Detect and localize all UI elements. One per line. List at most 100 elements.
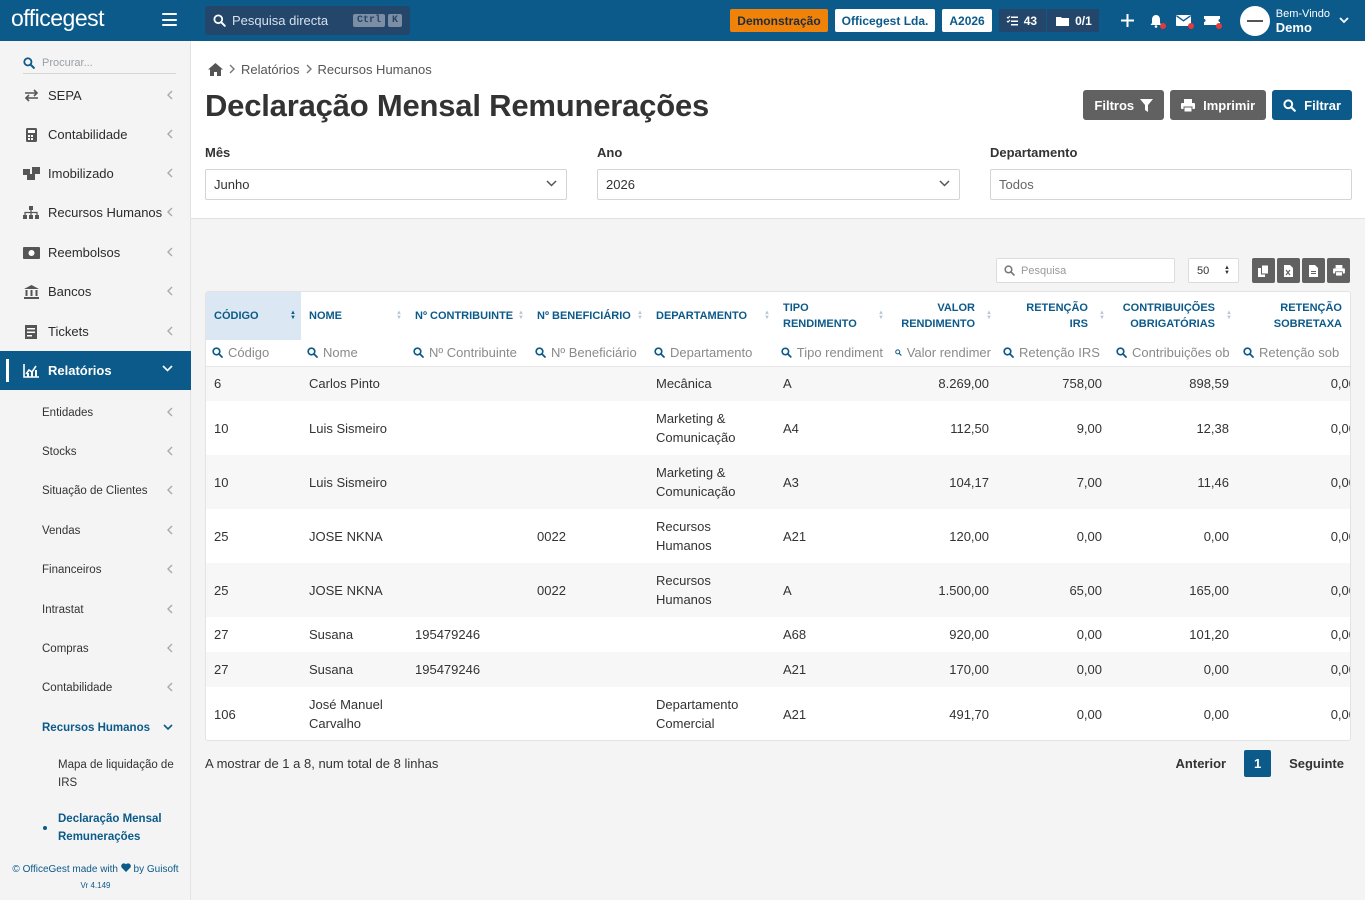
sidebar-sub-recursos-humanos[interactable]: Recursos Humanos: [0, 708, 191, 747]
ano-select[interactable]: 2026: [597, 169, 960, 200]
breadcrumb-recursos-humanos[interactable]: Recursos Humanos: [318, 62, 432, 77]
imprimir-button[interactable]: Imprimir: [1170, 90, 1267, 120]
sidebar-sub-compras[interactable]: Compras: [0, 629, 191, 668]
sidebar-sub-stocks[interactable]: Stocks: [0, 432, 191, 471]
envelope-icon[interactable]: [1170, 6, 1198, 36]
table-cell: Luis Sismeiro: [309, 420, 388, 436]
add-icon[interactable]: [1114, 6, 1142, 36]
excel-icon[interactable]: [1277, 258, 1300, 283]
breadcrumb-relatorios[interactable]: Relatórios: [241, 62, 300, 77]
sidebar-sub-situacao-clientes[interactable]: Situação de Clientes: [0, 471, 191, 510]
sidebar-item-reembolsos[interactable]: Reembolsos: [0, 233, 191, 272]
company-badge[interactable]: Officegest Lda.: [834, 9, 936, 32]
sidebar-item-sepa[interactable]: SEPA: [0, 76, 191, 115]
home-icon[interactable]: [208, 63, 223, 76]
next-button[interactable]: Seguinte: [1282, 756, 1351, 771]
column-filter[interactable]: Valor rendimer: [889, 340, 997, 367]
column-filter[interactable]: Nome: [301, 340, 407, 367]
table-row[interactable]: 106 José Manuel Carvalho Departamento Come…: [206, 687, 1350, 740]
sidebar-sub-intrastat[interactable]: Intrastat: [0, 590, 191, 629]
sidebar-search[interactable]: Procurar...: [23, 52, 176, 74]
kbd-k: K: [387, 14, 402, 27]
footer-text: © OfficeGest made with: [12, 864, 118, 875]
column-filter[interactable]: Departamento: [648, 340, 775, 367]
page-1-button[interactable]: 1: [1244, 750, 1272, 777]
chevron-left-icon: [167, 326, 173, 336]
col-tipo-rendimento[interactable]: TIPO RENDIMENTO ▲ ▼: [775, 292, 889, 340]
col-contribuinte[interactable]: Nº CONTRIBUINTE ▲ ▼: [407, 292, 529, 340]
table-row[interactable]: 25 JOSE NKNA 0022 Recursos Humanos A21 120,00…: [206, 509, 1350, 563]
demo-badge[interactable]: Demonstração: [730, 9, 828, 32]
sidebar-item-relatorios[interactable]: Relatórios: [0, 351, 191, 390]
ticket-icon[interactable]: [1198, 6, 1226, 36]
sidebar-item-recursos-humanos[interactable]: Recursos Humanos: [0, 193, 191, 232]
bell-icon[interactable]: [1142, 6, 1170, 36]
sort-icon: ▲ ▼: [1226, 310, 1232, 321]
column-filter[interactable]: Retenção IRS: [997, 340, 1110, 367]
sidebar-sub-contabilidade[interactable]: Contabilidade: [0, 668, 191, 707]
filtrar-button[interactable]: Filtrar: [1272, 90, 1352, 120]
column-filter[interactable]: Retenção sob: [1237, 340, 1350, 367]
filtros-button[interactable]: Filtros: [1083, 90, 1165, 120]
column-filter[interactable]: Nº Beneficiário: [529, 340, 648, 367]
col-valor-rendimento[interactable]: VALOR RENDIMENTO ▲ ▼: [889, 292, 997, 340]
table-cell: 7,00: [1076, 474, 1102, 490]
col-contribuicoes[interactable]: CONTRIBUIÇÕES OBRIGATÓRIAS ▲ ▼: [1110, 292, 1237, 340]
mes-select[interactable]: Junho: [205, 169, 567, 200]
logo[interactable]: officegest: [11, 5, 105, 32]
prev-button[interactable]: Anterior: [1169, 756, 1234, 771]
sidebar-item-contabilidade[interactable]: Contabilidade: [0, 115, 191, 154]
sidebar-sub-entidades[interactable]: Entidades: [0, 393, 191, 432]
footer-by[interactable]: by Guisoft: [134, 864, 179, 875]
pdf-icon[interactable]: [1302, 258, 1325, 283]
imprimir-label: Imprimir: [1203, 97, 1256, 113]
table-row[interactable]: 10 Luis Sismeiro Marketing & Comunicação A4…: [206, 401, 1350, 455]
table-row[interactable]: 25 JOSE NKNA 0022 Recursos Humanos A 1.500,00…: [206, 563, 1350, 617]
sidebar-item-label: SEPA: [48, 88, 82, 103]
sidebar-link-declaracao-mensal[interactable]: Declaração Mensal Remunerações: [58, 810, 180, 846]
sidebar-sub-vendas[interactable]: Vendas: [0, 511, 191, 550]
global-search[interactable]: Pesquisa directa Ctrl K: [205, 6, 410, 35]
year-badge[interactable]: A2026: [942, 9, 992, 32]
column-filter[interactable]: Tipo rendiment: [775, 340, 889, 367]
table-cell: 165,00: [1189, 582, 1229, 598]
ano-label: Ano: [597, 145, 623, 160]
column-filter[interactable]: Contribuições ob: [1110, 340, 1237, 367]
col-departamento[interactable]: DEPARTAMENTO ▲ ▼: [648, 292, 775, 340]
user-menu[interactable]: Bem-Vindo Demo: [1239, 5, 1349, 36]
money-icon: [21, 245, 41, 261]
table-cell: 0,00: [1076, 627, 1102, 642]
col-nome[interactable]: NOME ▲ ▼: [301, 292, 407, 340]
sidebar-item-bancos[interactable]: Bancos: [0, 272, 191, 311]
departamento-select[interactable]: Todos: [990, 169, 1352, 200]
counters[interactable]: 43 0/1: [998, 9, 1099, 32]
col-retencao-sobretaxa[interactable]: RETENÇÃO SOBRETAXA▲▼: [1237, 292, 1350, 340]
column-filter[interactable]: Código: [206, 340, 301, 367]
sidebar-sub-financeiros[interactable]: Financeiros: [0, 550, 191, 589]
sidebar-item-imobilizado[interactable]: Imobilizado: [0, 154, 191, 193]
col-retencao-irs[interactable]: RETENÇÃO IRS ▲ ▼: [997, 292, 1110, 340]
brand: officegest: [0, 0, 191, 41]
table-row[interactable]: 27 Susana 195479246 A21 170,00 0,00 0,00 0,00: [206, 652, 1350, 687]
table-search-input[interactable]: Pesquisa: [996, 258, 1175, 283]
menu-toggle-icon[interactable]: [162, 13, 177, 26]
kbd-ctrl: Ctrl: [352, 14, 385, 27]
column-filter-placeholder: Nome: [323, 345, 358, 361]
col-codigo[interactable]: CÓDIGO ▲ ▼: [206, 292, 301, 340]
column-filter[interactable]: Nº Contribuinte: [407, 340, 529, 367]
table-cell: 11,46: [1197, 474, 1229, 490]
table-row[interactable]: 6 Carlos Pinto Mecânica A 8.269,00 758,00 898,…: [206, 366, 1350, 401]
sidebar-item-tickets[interactable]: Tickets: [0, 312, 191, 351]
table-cell: [529, 401, 648, 455]
table-row[interactable]: 27 Susana 195479246 A68 920,00 0,00 101,20 0,00: [206, 617, 1350, 652]
table-cell: 0,00: [1203, 662, 1229, 677]
chevron-left-icon: [167, 129, 173, 139]
copy-icon[interactable]: [1252, 258, 1275, 283]
print-icon[interactable]: [1327, 258, 1350, 283]
sidebar-link-mapa-irs[interactable]: Mapa de liquidação de IRS: [58, 756, 180, 792]
boxes-icon: [21, 166, 41, 182]
sidebar-item-label: Reembolsos: [48, 245, 121, 260]
table-row[interactable]: 10 Luis Sismeiro Marketing & Comunicação A3…: [206, 455, 1350, 509]
page-length-select[interactable]: 50 ▲ ▼: [1188, 258, 1239, 283]
col-beneficiario[interactable]: Nº BENEFICIÁRIO ▲ ▼: [529, 292, 648, 340]
